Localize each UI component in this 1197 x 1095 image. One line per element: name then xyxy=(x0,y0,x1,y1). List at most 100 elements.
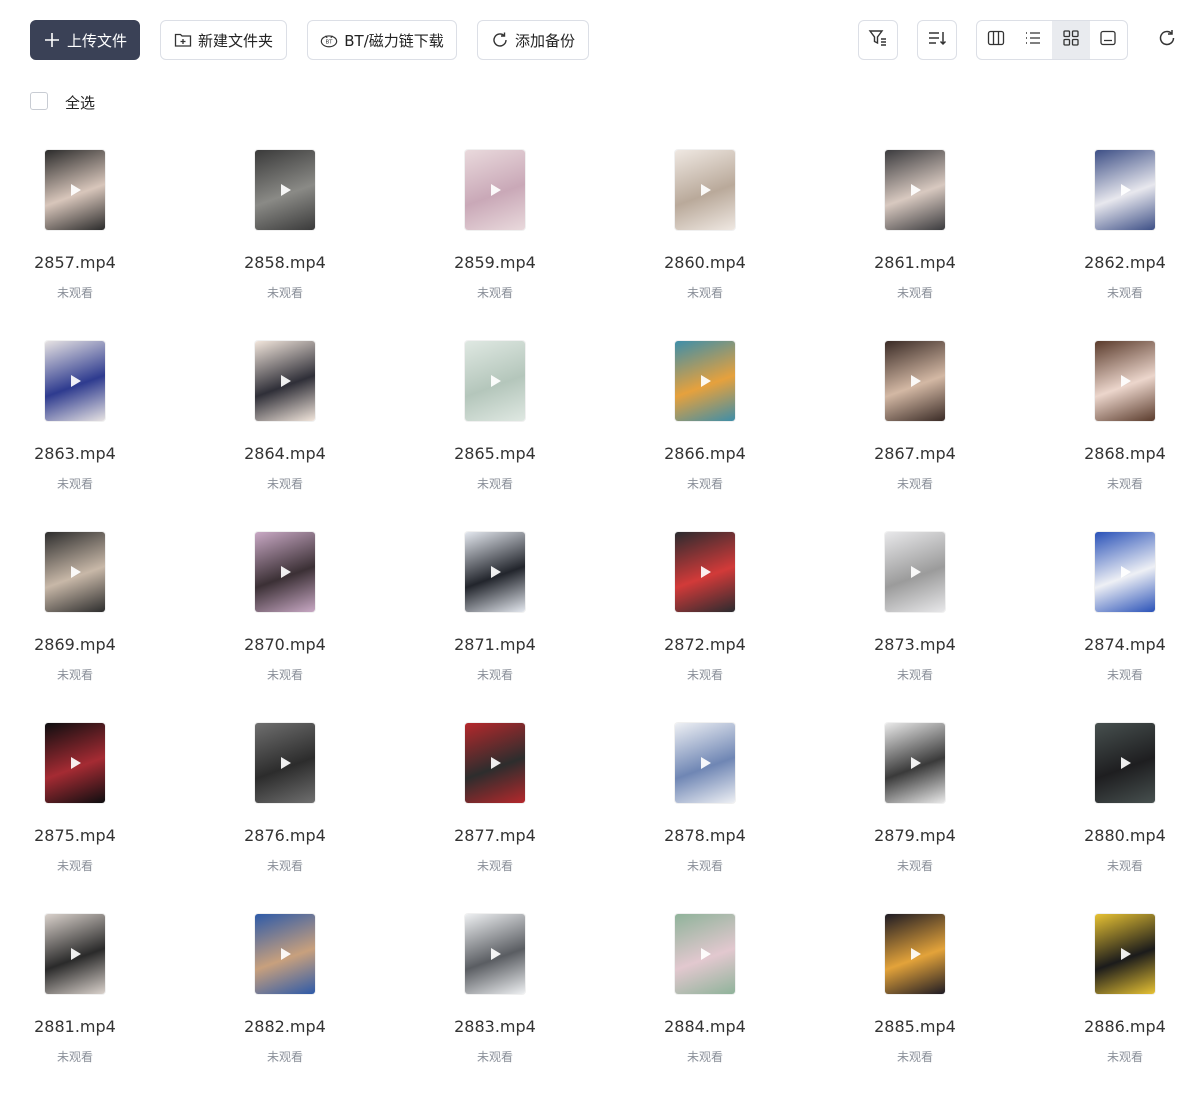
file-tile[interactable]: 2869.mp4 未观看 xyxy=(0,522,180,713)
file-tile[interactable]: 2879.mp4 未观看 xyxy=(810,713,1020,904)
bt-download-button[interactable]: BT BT/磁力链下载 xyxy=(307,20,457,60)
video-thumbnail[interactable] xyxy=(255,914,315,994)
video-thumbnail[interactable] xyxy=(255,723,315,803)
file-tile[interactable]: 2871.mp4 未观看 xyxy=(390,522,600,713)
file-name[interactable]: 2870.mp4 xyxy=(180,635,390,654)
file-tile[interactable]: 2867.mp4 未观看 xyxy=(810,331,1020,522)
video-thumbnail[interactable] xyxy=(1095,723,1155,803)
file-tile[interactable]: 2874.mp4 未观看 xyxy=(1020,522,1197,713)
file-name[interactable]: 2858.mp4 xyxy=(180,253,390,272)
file-name[interactable]: 2886.mp4 xyxy=(1020,1017,1197,1036)
video-thumbnail[interactable] xyxy=(675,532,735,612)
filter-button[interactable] xyxy=(858,20,898,60)
video-thumbnail[interactable] xyxy=(1095,914,1155,994)
file-name[interactable]: 2880.mp4 xyxy=(1020,826,1197,845)
video-thumbnail[interactable] xyxy=(1095,532,1155,612)
select-all-checkbox[interactable] xyxy=(30,92,48,110)
file-tile[interactable]: 2861.mp4 未观看 xyxy=(810,140,1020,331)
file-name[interactable]: 2883.mp4 xyxy=(390,1017,600,1036)
video-thumbnail[interactable] xyxy=(465,150,525,230)
file-tile[interactable]: 2878.mp4 未观看 xyxy=(600,713,810,904)
file-name[interactable]: 2869.mp4 xyxy=(0,635,180,654)
file-tile[interactable]: 2863.mp4 未观看 xyxy=(0,331,180,522)
view-grid-button[interactable] xyxy=(1052,21,1090,59)
file-tile[interactable]: 2877.mp4 未观看 xyxy=(390,713,600,904)
file-name[interactable]: 2859.mp4 xyxy=(390,253,600,272)
video-thumbnail[interactable] xyxy=(255,150,315,230)
video-thumbnail[interactable] xyxy=(45,150,105,230)
video-thumbnail[interactable] xyxy=(1095,150,1155,230)
file-name[interactable]: 2873.mp4 xyxy=(810,635,1020,654)
video-thumbnail[interactable] xyxy=(465,914,525,994)
file-name[interactable]: 2876.mp4 xyxy=(180,826,390,845)
file-tile[interactable]: 2872.mp4 未观看 xyxy=(600,522,810,713)
video-thumbnail[interactable] xyxy=(45,532,105,612)
file-tile[interactable]: 2866.mp4 未观看 xyxy=(600,331,810,522)
video-thumbnail[interactable] xyxy=(465,723,525,803)
select-all-label[interactable]: 全选 xyxy=(65,92,95,113)
file-name[interactable]: 2865.mp4 xyxy=(390,444,600,463)
file-tile[interactable]: 2870.mp4 未观看 xyxy=(180,522,390,713)
file-name[interactable]: 2860.mp4 xyxy=(600,253,810,272)
video-thumbnail[interactable] xyxy=(45,914,105,994)
file-tile[interactable]: 2884.mp4 未观看 xyxy=(600,904,810,1095)
file-tile[interactable]: 2860.mp4 未观看 xyxy=(600,140,810,331)
upload-button[interactable]: 上传文件 xyxy=(30,20,140,60)
file-tile[interactable]: 2876.mp4 未观看 xyxy=(180,713,390,904)
sort-button[interactable] xyxy=(917,20,957,60)
file-name[interactable]: 2875.mp4 xyxy=(0,826,180,845)
file-name[interactable]: 2862.mp4 xyxy=(1020,253,1197,272)
file-name[interactable]: 2874.mp4 xyxy=(1020,635,1197,654)
video-thumbnail[interactable] xyxy=(45,723,105,803)
file-tile[interactable]: 2859.mp4 未观看 xyxy=(390,140,600,331)
video-thumbnail[interactable] xyxy=(1095,341,1155,421)
video-thumbnail[interactable] xyxy=(465,532,525,612)
file-tile[interactable]: 2857.mp4 未观看 xyxy=(0,140,180,331)
refresh-button[interactable] xyxy=(1155,28,1179,52)
file-tile[interactable]: 2886.mp4 未观看 xyxy=(1020,904,1197,1095)
video-thumbnail[interactable] xyxy=(255,532,315,612)
file-name[interactable]: 2878.mp4 xyxy=(600,826,810,845)
file-name[interactable]: 2884.mp4 xyxy=(600,1017,810,1036)
view-columns-button[interactable] xyxy=(977,21,1015,59)
file-tile[interactable]: 2858.mp4 未观看 xyxy=(180,140,390,331)
file-name[interactable]: 2861.mp4 xyxy=(810,253,1020,272)
file-tile[interactable]: 2881.mp4 未观看 xyxy=(0,904,180,1095)
video-thumbnail[interactable] xyxy=(675,150,735,230)
file-name[interactable]: 2864.mp4 xyxy=(180,444,390,463)
video-thumbnail[interactable] xyxy=(465,341,525,421)
file-name[interactable]: 2867.mp4 xyxy=(810,444,1020,463)
file-tile[interactable]: 2864.mp4 未观看 xyxy=(180,331,390,522)
add-backup-button[interactable]: 添加备份 xyxy=(477,20,589,60)
file-name[interactable]: 2857.mp4 xyxy=(0,253,180,272)
file-tile[interactable]: 2868.mp4 未观看 xyxy=(1020,331,1197,522)
video-thumbnail[interactable] xyxy=(45,341,105,421)
video-thumbnail[interactable] xyxy=(255,341,315,421)
file-name[interactable]: 2882.mp4 xyxy=(180,1017,390,1036)
file-name[interactable]: 2866.mp4 xyxy=(600,444,810,463)
file-tile[interactable]: 2875.mp4 未观看 xyxy=(0,713,180,904)
file-tile[interactable]: 2880.mp4 未观看 xyxy=(1020,713,1197,904)
view-preview-button[interactable] xyxy=(1090,21,1128,59)
new-folder-button[interactable]: 新建文件夹 xyxy=(160,20,287,60)
file-tile[interactable]: 2882.mp4 未观看 xyxy=(180,904,390,1095)
video-thumbnail[interactable] xyxy=(885,914,945,994)
video-thumbnail[interactable] xyxy=(675,341,735,421)
file-name[interactable]: 2872.mp4 xyxy=(600,635,810,654)
video-thumbnail[interactable] xyxy=(885,150,945,230)
file-tile[interactable]: 2865.mp4 未观看 xyxy=(390,331,600,522)
file-tile[interactable]: 2862.mp4 未观看 xyxy=(1020,140,1197,331)
file-tile[interactable]: 2883.mp4 未观看 xyxy=(390,904,600,1095)
video-thumbnail[interactable] xyxy=(675,723,735,803)
video-thumbnail[interactable] xyxy=(675,914,735,994)
file-tile[interactable]: 2873.mp4 未观看 xyxy=(810,522,1020,713)
file-name[interactable]: 2863.mp4 xyxy=(0,444,180,463)
file-name[interactable]: 2885.mp4 xyxy=(810,1017,1020,1036)
file-name[interactable]: 2877.mp4 xyxy=(390,826,600,845)
video-thumbnail[interactable] xyxy=(885,723,945,803)
file-name[interactable]: 2879.mp4 xyxy=(810,826,1020,845)
view-list-button[interactable] xyxy=(1015,21,1053,59)
video-thumbnail[interactable] xyxy=(885,341,945,421)
file-tile[interactable]: 2885.mp4 未观看 xyxy=(810,904,1020,1095)
file-name[interactable]: 2881.mp4 xyxy=(0,1017,180,1036)
